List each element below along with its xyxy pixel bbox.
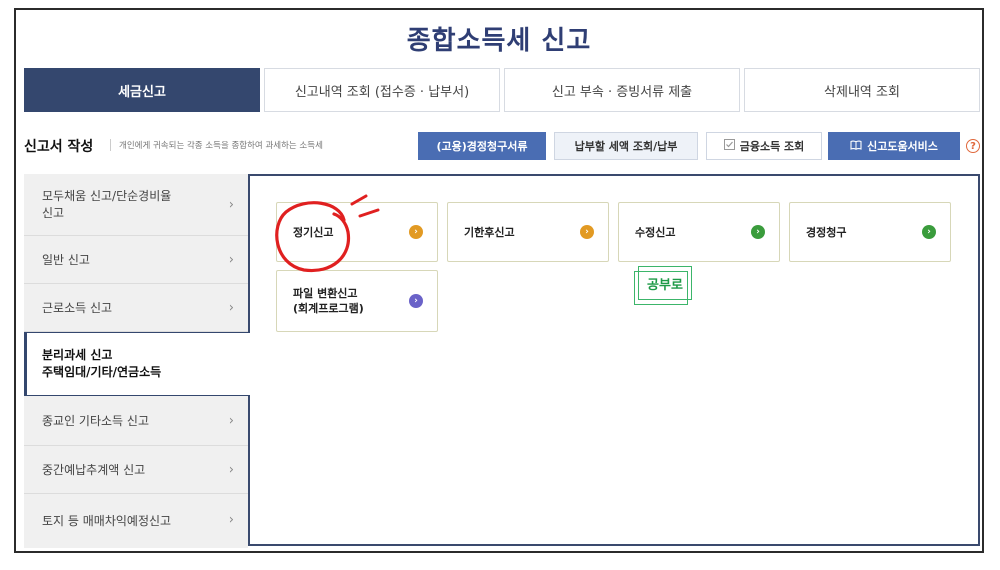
book-icon bbox=[850, 140, 862, 153]
late-filing-card[interactable]: 기한후신고 › bbox=[447, 202, 609, 262]
card-label: 기한후신고 bbox=[464, 226, 515, 239]
financial-income-button[interactable]: 금융소득 조회 bbox=[706, 132, 822, 160]
chevron-right-icon: › bbox=[228, 300, 234, 315]
sidebar-item-label: 주택임대/기타/연금소득 bbox=[42, 365, 162, 379]
page-title: 종합소득세 신고 bbox=[406, 26, 592, 56]
sidebar-item-label: 근로소득 신고 bbox=[42, 301, 113, 315]
sidebar-item-general[interactable]: 일반 신고 › bbox=[24, 236, 248, 284]
sidebar-item-land-sale[interactable]: 토지 등 매매차익예정신고 › bbox=[24, 494, 248, 546]
chevron-right-icon: › bbox=[228, 197, 234, 212]
financial-income-label: 금융소득 조회 bbox=[739, 140, 805, 153]
correction-claim-card[interactable]: 경정청구 › bbox=[789, 202, 951, 262]
chevron-right-icon: › bbox=[228, 413, 234, 428]
card-label: 수정신고 bbox=[635, 226, 676, 239]
checkbox-icon bbox=[723, 139, 735, 153]
sidebar-item-earned-income[interactable]: 근로소득 신고 › bbox=[24, 284, 248, 332]
chevron-right-icon: › bbox=[228, 462, 234, 477]
card-label: 파일 변환신고 bbox=[293, 287, 358, 300]
section-title: 신고서 작성 bbox=[24, 139, 94, 155]
sidebar-item-label: 일반 신고 bbox=[42, 253, 90, 267]
card-label: 정기신고 bbox=[293, 226, 334, 239]
tab-filing-history[interactable]: 신고내역 조회 (접수증 · 납부서) bbox=[264, 68, 500, 112]
section-description: 개인에게 귀속되는 각종 소득을 종합하여 과세하는 소득세 bbox=[110, 139, 323, 151]
arrow-right-icon: › bbox=[922, 225, 936, 239]
sidebar-item-label: 분리과세 신고 bbox=[42, 348, 113, 362]
card-label: 경정청구 bbox=[806, 226, 847, 239]
help-icon[interactable]: ? bbox=[966, 139, 980, 153]
sidebar-item-label: 중간예납추계액 신고 bbox=[42, 463, 146, 477]
arrow-right-icon: › bbox=[580, 225, 594, 239]
correction-docs-label: (고용)경정청구서류 bbox=[436, 140, 528, 153]
arrow-right-icon: › bbox=[409, 225, 423, 239]
arrow-right-icon: › bbox=[751, 225, 765, 239]
file-conversion-card[interactable]: 파일 변환신고 (회계프로그램) › bbox=[276, 270, 438, 332]
correction-docs-button[interactable]: (고용)경정청구서류 bbox=[418, 132, 546, 160]
tax-payment-button[interactable]: 납부할 세액 조회/납부 bbox=[554, 132, 698, 160]
tab-deleted-history[interactable]: 삭제내역 조회 bbox=[744, 68, 980, 112]
sidebar-item-label: 종교인 기타소득 신고 bbox=[42, 414, 149, 428]
sidebar-item-prefilled[interactable]: 모두채움 신고/단순경비율 신고 › bbox=[24, 174, 248, 236]
sidebar-item-interim-prepayment[interactable]: 중간예납추계액 신고 › bbox=[24, 446, 248, 494]
chevron-right-icon: › bbox=[228, 252, 234, 267]
tab-tax-filing[interactable]: 세금신고 bbox=[24, 68, 260, 112]
sidebar-item-label: 모두채움 신고/단순경비율 bbox=[42, 188, 172, 203]
arrow-right-icon: › bbox=[409, 294, 423, 308]
sidebar-item-label: 신고 bbox=[42, 205, 65, 220]
sidebar-item-label: 토지 등 매매차익예정신고 bbox=[42, 513, 172, 528]
filing-type-panel: 정기신고 › 기한후신고 › 수정신고 › 경정청구 › 파일 변환신고 (회계… bbox=[248, 174, 980, 546]
amended-filing-card[interactable]: 수정신고 › bbox=[618, 202, 780, 262]
watermark-stamp: 공부로 bbox=[634, 266, 692, 305]
filing-help-button[interactable]: 신고도움서비스 bbox=[828, 132, 960, 160]
regular-filing-card[interactable]: 정기신고 › bbox=[276, 202, 438, 262]
tab-bar: 세금신고 신고내역 조회 (접수증 · 납부서) 신고 부속 · 증빙서류 제출… bbox=[24, 68, 980, 114]
tab-attachments[interactable]: 신고 부속 · 증빙서류 제출 bbox=[504, 68, 740, 112]
card-label: (회계프로그램) bbox=[293, 302, 364, 315]
sidebar-item-separate-taxation[interactable]: 분리과세 신고 주택임대/기타/연금소득 bbox=[24, 332, 250, 396]
chevron-right-icon: › bbox=[228, 512, 234, 528]
toolbar: 신고서 작성 개인에게 귀속되는 각종 소득을 종합하여 과세하는 소득세 (고… bbox=[16, 128, 982, 164]
app-window: 종합소득세 신고 세금신고 신고내역 조회 (접수증 · 납부서) 신고 부속 … bbox=[14, 8, 984, 553]
sidebar-item-religious-income[interactable]: 종교인 기타소득 신고 › bbox=[24, 396, 248, 446]
sidebar: 모두채움 신고/단순경비율 신고 › 일반 신고 › 근로소득 신고 › 분리과… bbox=[24, 174, 250, 548]
tax-payment-label: 납부할 세액 조회/납부 bbox=[574, 140, 678, 153]
filing-help-label: 신고도움서비스 bbox=[867, 140, 938, 153]
